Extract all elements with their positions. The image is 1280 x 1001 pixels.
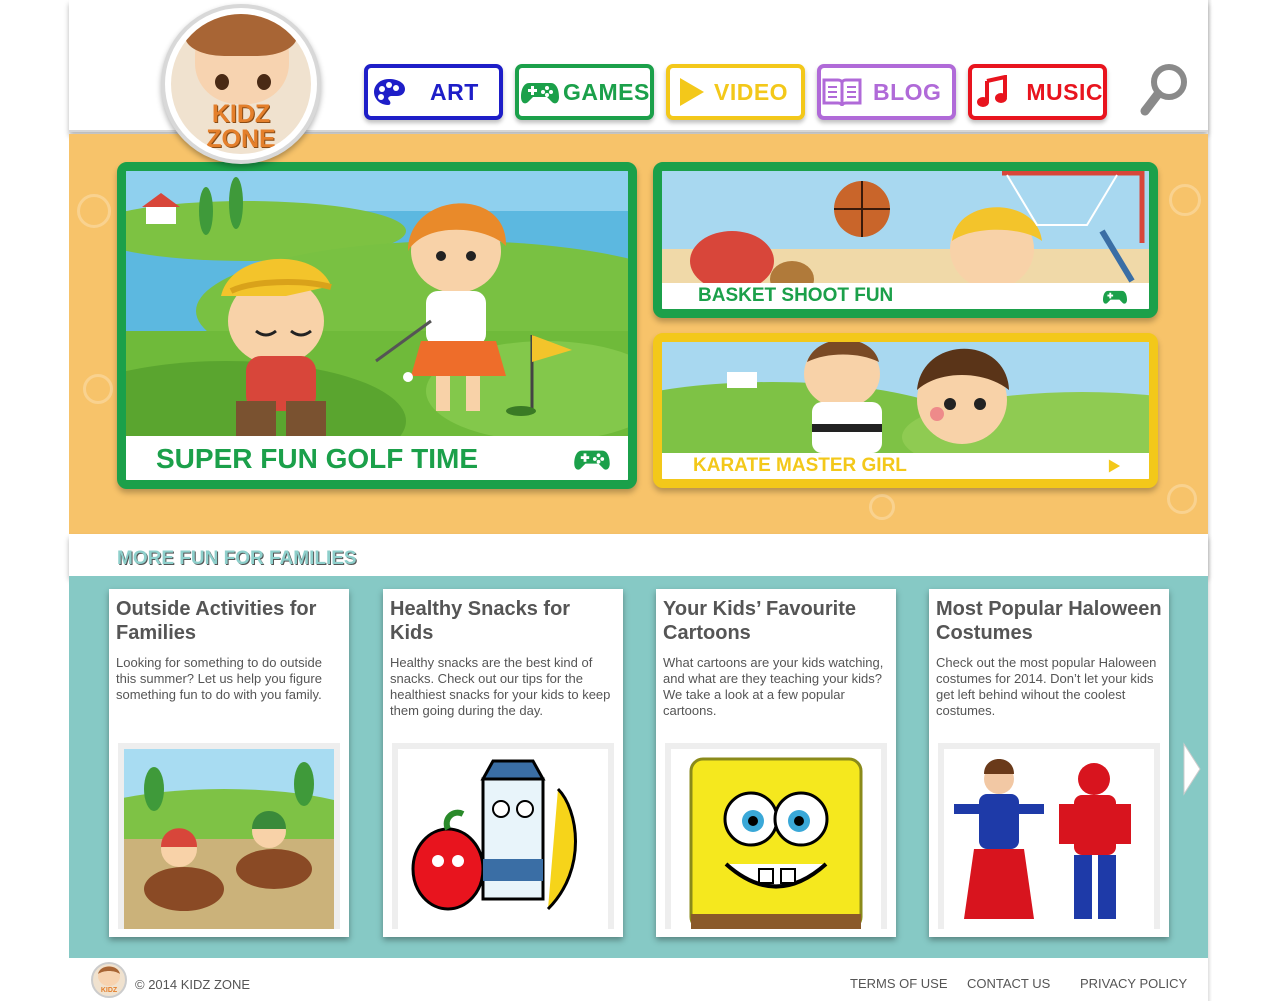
chevron-right-icon	[1183, 742, 1201, 796]
gamepad-icon	[519, 68, 561, 116]
article-title[interactable]: Most Popular Haloween Costumes	[936, 597, 1162, 645]
nav-art-button[interactable]: ART	[364, 64, 503, 120]
nav-video-label: VIDEO	[714, 78, 789, 105]
footer-logo[interactable]: KIDZ	[91, 962, 127, 998]
article-text: What cartoons are your kids watching, an…	[663, 655, 884, 718]
featured-golf-card[interactable]: SUPER FUN GOLF TIME	[117, 162, 637, 489]
featured-basket-card[interactable]: BASKET SHOOT FUN	[653, 162, 1158, 318]
book-icon	[821, 68, 863, 116]
karate-illustration	[662, 342, 1149, 453]
snacks-image	[398, 749, 608, 929]
copyright-text: © 2014 KIDZ ZONE	[135, 977, 251, 992]
article-title[interactable]: Your Kids’ Favourite Cartoons	[663, 597, 889, 645]
play-icon	[1108, 459, 1121, 473]
article-thumbnail[interactable]	[118, 743, 340, 929]
featured-section: SUPER FUN GOLF TIME BASKET SHOOT FUN KAR…	[69, 134, 1208, 534]
privacy-policy-link[interactable]: PRIVACY POLICY	[1080, 976, 1187, 991]
music-note-icon	[972, 68, 1012, 116]
search-icon	[1140, 64, 1187, 116]
site-logo[interactable]: KIDZ ZONE	[161, 4, 321, 164]
nav-art-label: ART	[430, 78, 479, 105]
article-thumbnail[interactable]	[938, 743, 1160, 929]
more-fun-title: MORE FUN FOR FAMILIES	[117, 548, 357, 569]
article-card-cartoons[interactable]: Your Kids’ Favourite Cartoons What carto…	[656, 589, 896, 937]
article-card-costumes[interactable]: Most Popular Haloween Costumes Check out…	[929, 589, 1169, 937]
contact-us-link[interactable]: CONTACT US	[967, 976, 1050, 991]
article-text: Healthy snacks are the best kind of snac…	[390, 655, 611, 718]
gamepad-icon	[574, 450, 610, 470]
logo-text: KIDZ ZONE	[206, 100, 276, 153]
costumes-image	[944, 749, 1154, 929]
article-title[interactable]: Outside Activities for Families	[116, 597, 342, 645]
nav-video-button[interactable]: VIDEO	[666, 64, 805, 120]
horse-riding-image	[124, 749, 334, 929]
palette-icon	[368, 68, 410, 116]
featured-golf-caption: SUPER FUN GOLF TIME	[126, 437, 628, 480]
article-card-outside[interactable]: Outside Activities for Families Looking …	[109, 589, 349, 937]
carousel-next-button[interactable]	[1181, 742, 1203, 796]
svg-text:KIDZ: KIDZ	[101, 987, 118, 994]
kid-face-icon: KIDZ ZONE	[171, 14, 311, 154]
more-fun-bar: MORE FUN FOR FAMILIES	[69, 534, 1208, 576]
play-icon	[670, 68, 712, 116]
terms-of-use-link[interactable]: TERMS OF USE	[850, 976, 948, 991]
article-title[interactable]: Healthy Snacks for Kids	[390, 597, 616, 645]
nav-games-button[interactable]: GAMES	[515, 64, 654, 120]
page: ART GAMES VIDEO BLOG MUSIC KIDZ ZONE SUP…	[69, 0, 1212, 1001]
nav-music-button[interactable]: MUSIC	[968, 64, 1107, 120]
site-footer: KIDZ © 2014 KIDZ ZONE TERMS OF USE CONTA…	[69, 958, 1208, 1001]
article-card-snacks[interactable]: Healthy Snacks for Kids Healthy snacks a…	[383, 589, 623, 937]
featured-basket-title: BASKET SHOOT FUN	[698, 285, 894, 306]
article-text: Looking for something to do outside this…	[116, 655, 322, 702]
featured-basket-caption: BASKET SHOOT FUN	[662, 283, 1149, 309]
search-button[interactable]	[1139, 62, 1189, 118]
nav-blog-label: BLOG	[873, 78, 942, 105]
featured-karate-title: KARATE MASTER GIRL	[693, 455, 907, 476]
basketball-illustration	[662, 171, 1149, 283]
nav-music-label: MUSIC	[1026, 78, 1103, 105]
nav-blog-button[interactable]: BLOG	[817, 64, 956, 120]
gamepad-icon	[1103, 290, 1127, 304]
article-text: Check out the most popular Haloween cost…	[936, 655, 1157, 718]
golf-illustration	[126, 171, 628, 436]
featured-karate-card[interactable]: KARATE MASTER GIRL	[653, 333, 1158, 488]
page-edge-shadow	[1208, 0, 1212, 1001]
article-thumbnail[interactable]	[392, 743, 614, 929]
article-thumbnail[interactable]	[665, 743, 887, 929]
sponge-cartoon-image	[671, 749, 881, 929]
nav-games-label: GAMES	[563, 78, 650, 105]
featured-golf-title: SUPER FUN GOLF TIME	[156, 442, 478, 474]
featured-karate-caption: KARATE MASTER GIRL	[662, 453, 1149, 479]
